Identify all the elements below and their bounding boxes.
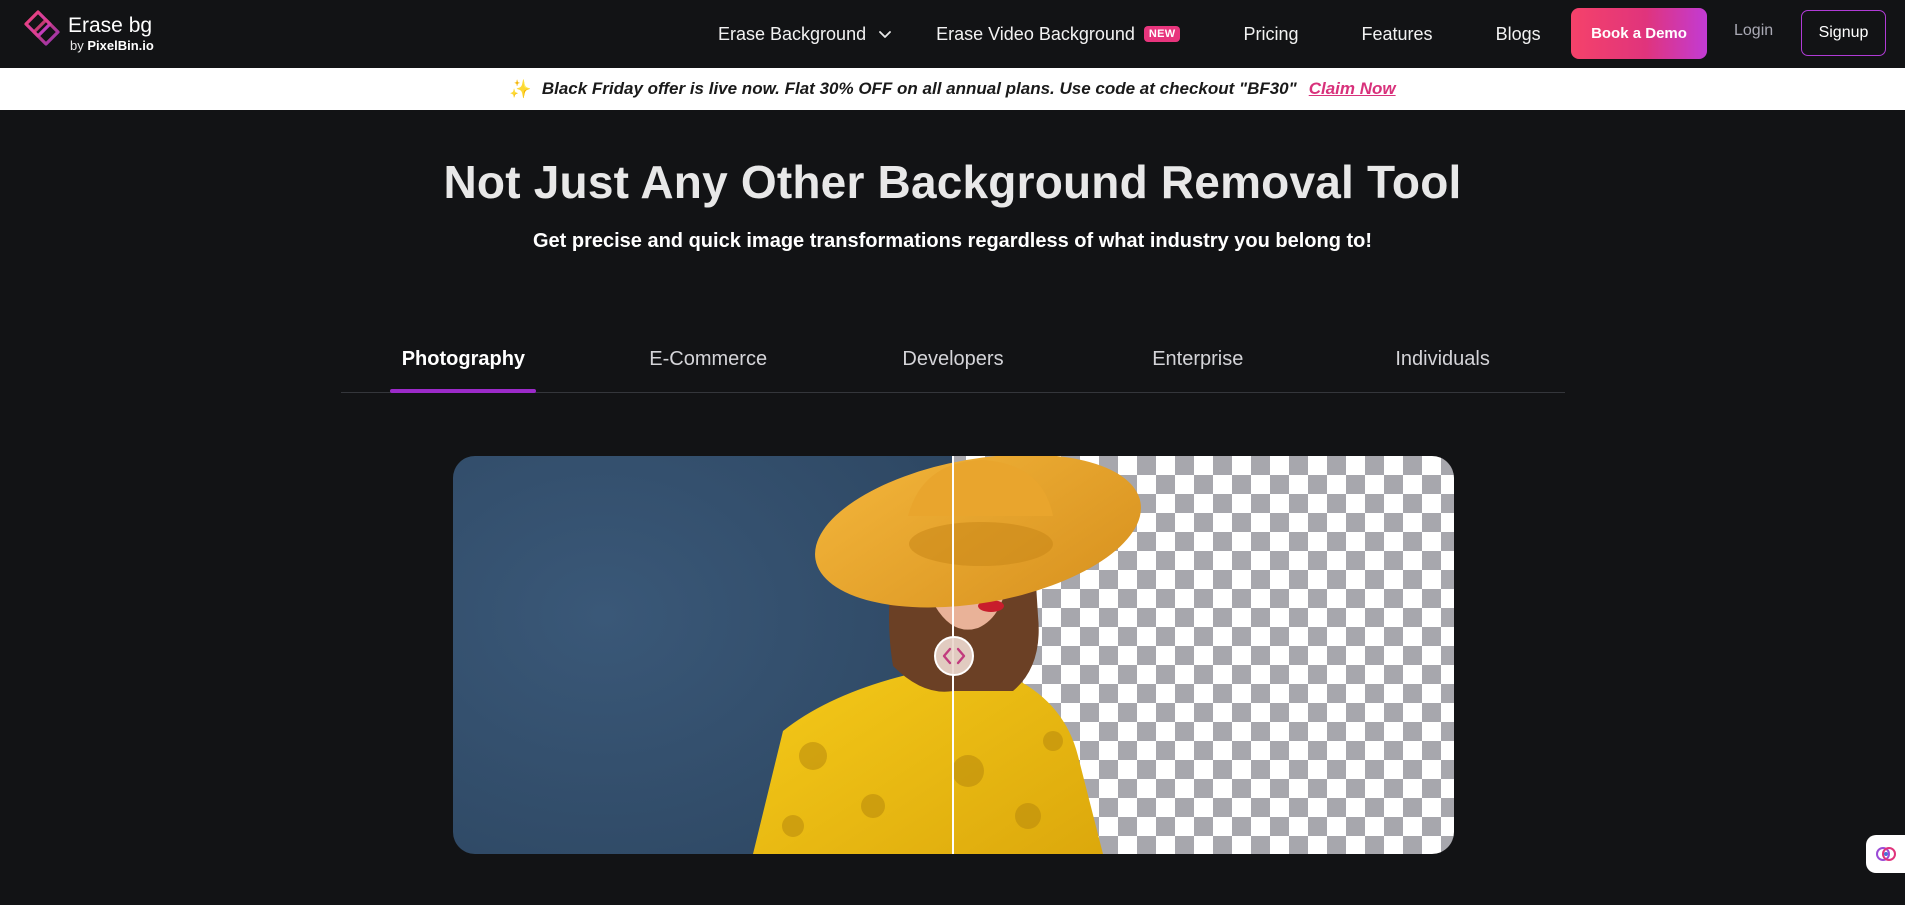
claim-now-link[interactable]: Claim Now: [1309, 79, 1396, 99]
logo-title: Erase bg: [68, 14, 153, 37]
nav-erase-video-background[interactable]: Erase Video Background NEW: [936, 24, 1181, 45]
login-link[interactable]: Login: [1734, 22, 1773, 40]
tab-individuals[interactable]: Individuals: [1320, 330, 1565, 392]
left-right-arrows-icon: [942, 647, 966, 665]
top-navbar: Erase bg by PixelBin.io Erase Background…: [0, 0, 1905, 68]
nav-blogs[interactable]: Blogs: [1496, 24, 1541, 45]
signup-button[interactable]: Signup: [1801, 10, 1886, 56]
compare-slider-handle[interactable]: [934, 636, 974, 676]
page-title: Not Just Any Other Background Removal To…: [443, 156, 1462, 208]
tab-enterprise[interactable]: Enterprise: [1075, 330, 1320, 392]
tab-photography[interactable]: Photography: [341, 330, 586, 392]
sparkle-icon: ✨: [509, 78, 532, 99]
logo-subtitle: by PixelBin.io: [70, 38, 154, 53]
brain-icon: [1876, 847, 1896, 861]
nav-pricing[interactable]: Pricing: [1243, 24, 1298, 45]
industry-tabs: Photography E-Commerce Developers Enterp…: [341, 330, 1565, 393]
ai-assistant-widget[interactable]: [1866, 835, 1905, 873]
tab-developers[interactable]: Developers: [831, 330, 1076, 392]
nav-erase-background[interactable]: Erase Background: [718, 24, 892, 45]
page-subtitle: Get precise and quick image transformati…: [532, 230, 1373, 252]
book-demo-button[interactable]: Book a Demo: [1571, 8, 1707, 59]
chevron-down-icon: [879, 31, 891, 38]
logo[interactable]: Erase bg by PixelBin.io: [24, 10, 154, 52]
promo-banner: ✨ Black Friday offer is live now. Flat 3…: [0, 68, 1905, 110]
nav-features[interactable]: Features: [1362, 24, 1433, 45]
promo-text: Black Friday offer is live now. Flat 30%…: [541, 79, 1297, 98]
tab-e-commerce[interactable]: E-Commerce: [586, 330, 831, 392]
new-badge: NEW: [1143, 26, 1181, 42]
erase-bg-logo-icon: [24, 10, 60, 46]
main-nav: Erase Background Erase Video Background …: [718, 0, 1541, 68]
